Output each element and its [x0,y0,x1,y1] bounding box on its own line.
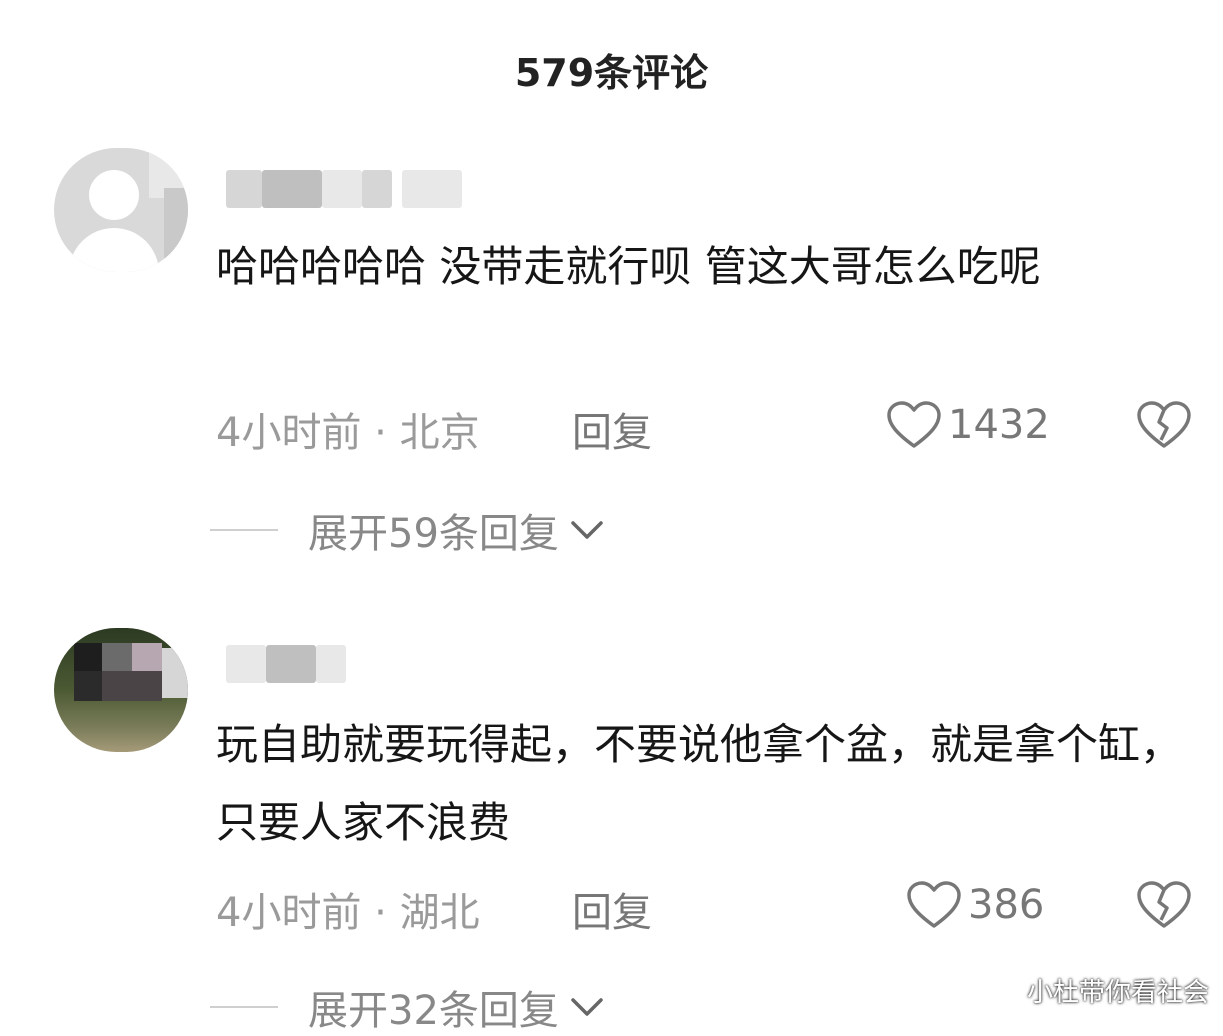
comment-meta: 4小时前 · 湖北 回复 386 [216,880,1206,936]
broken-heart-icon [1137,881,1191,928]
heart-icon [887,401,941,448]
broken-heart-icon [1137,401,1191,448]
like-button[interactable]: 1432 [886,400,1050,450]
comment-time-location: 4小时前 · 北京 [216,410,480,456]
avatar[interactable] [54,628,188,752]
expand-replies-label: 展开32条回复 [308,988,559,1034]
heart-icon [907,881,961,928]
dislike-button[interactable] [1136,400,1192,460]
avatar-placeholder-icon [89,170,139,220]
comment-time-location: 4小时前 · 湖北 [216,890,480,936]
expand-replies-button[interactable]: 展开32条回复 [210,982,605,1034]
dislike-button[interactable] [1136,880,1192,940]
avatar[interactable] [54,148,188,272]
chevron-down-icon [571,521,603,539]
reply-button[interactable]: 回复 [572,400,652,458]
comments-header-title: 579条评论 [514,51,709,95]
reply-button[interactable]: 回复 [572,880,652,938]
like-button[interactable]: 386 [906,880,1044,930]
like-count: 386 [968,882,1045,928]
expand-replies-label: 展开59条回复 [308,511,559,557]
username-blurred[interactable] [226,645,356,683]
username-blurred[interactable] [226,170,486,208]
watermark: 小杜带你看社会 [1026,978,1209,1008]
comment-text: 哈哈哈哈哈 没带走就行呗 管这大哥怎么吃呢 [216,242,1041,291]
comment-meta: 4小时前 · 北京 回复 1432 [216,400,1206,456]
chevron-down-icon [571,998,603,1016]
divider [210,1006,278,1008]
expand-replies-button[interactable]: 展开59条回复 [210,505,605,557]
like-count: 1432 [948,402,1050,448]
divider [210,529,278,531]
comment-text: 玩自助就要玩得起，不要说他拿个盆，就是拿个缸，只要人家不浪费 [216,720,1183,847]
